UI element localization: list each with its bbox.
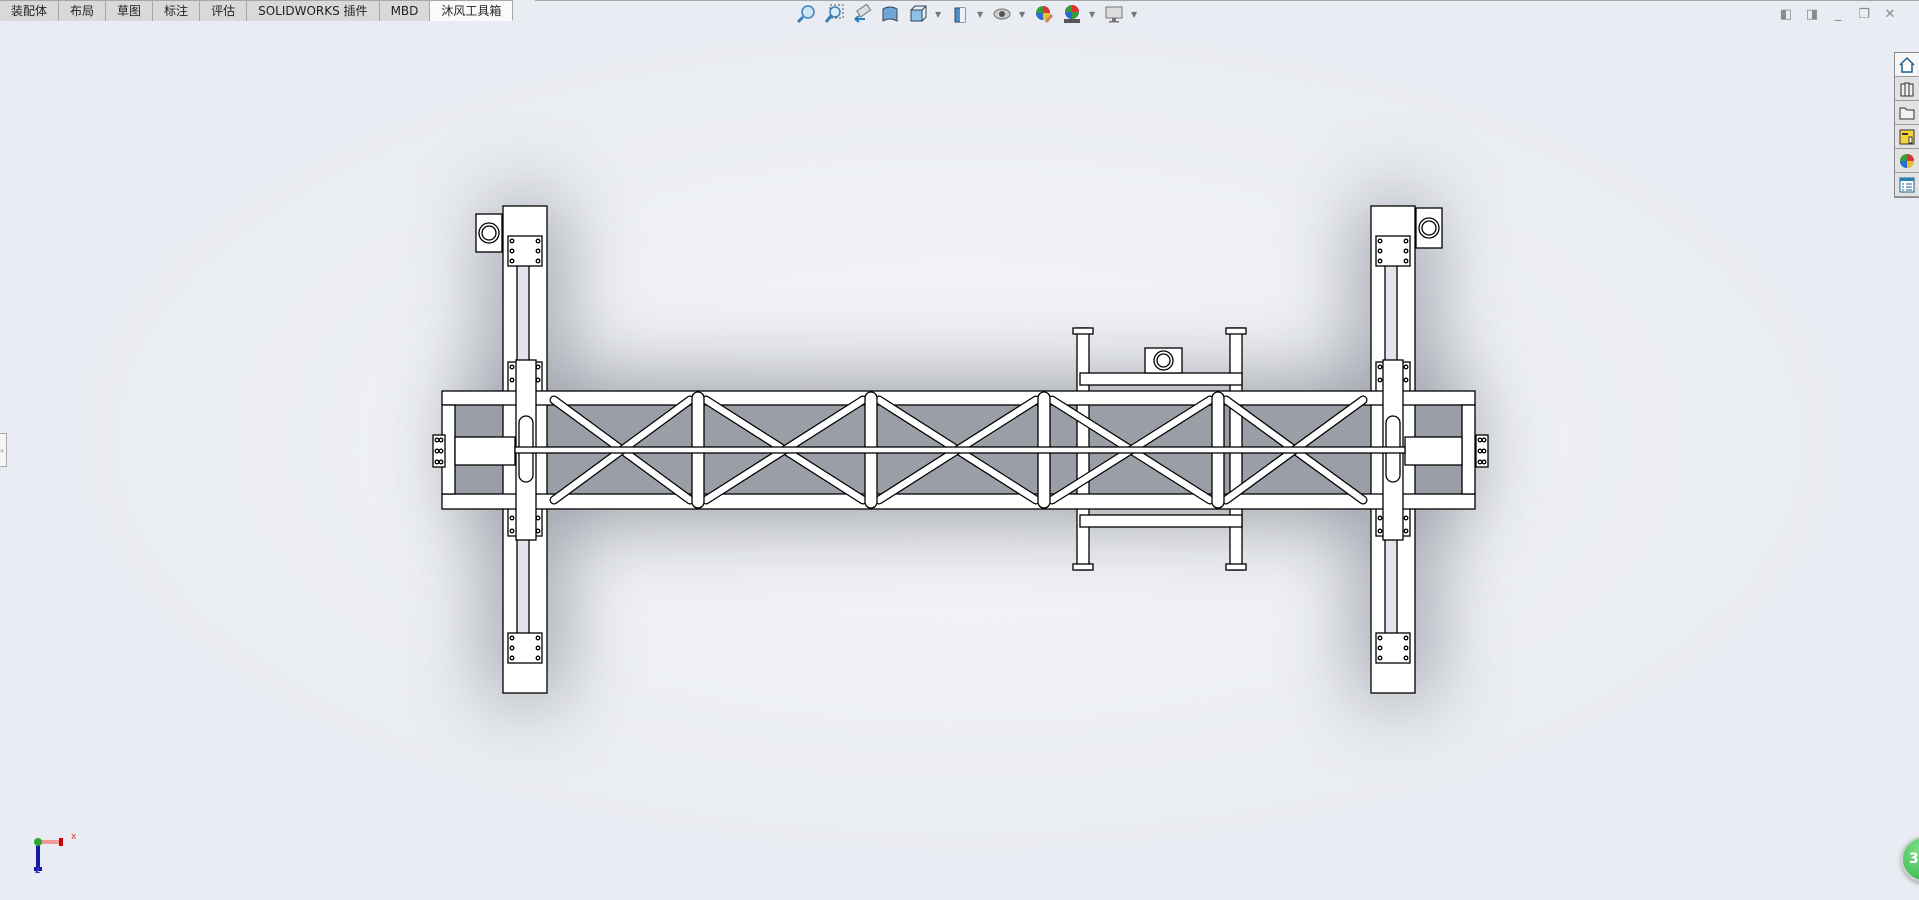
bolt-hole [535,364,541,370]
bolt-hole [1403,515,1409,521]
bolt-hole [509,258,515,264]
carriage-clamp [1225,563,1247,571]
motor-shaft [1156,353,1171,368]
bolt-hole [509,364,515,370]
bolt-hole [535,238,541,244]
bolt-hole [1403,258,1409,264]
bolt-hole [535,377,541,383]
bolt-hole [1403,528,1409,534]
bolt-hole [509,377,515,383]
bolt-hole [509,635,515,641]
bolt-hole [509,645,515,651]
bolt-hole [438,448,444,454]
bolt-hole [1477,448,1483,454]
bolt-hole [1481,459,1487,465]
x-axis-label: x [71,832,77,842]
carriage-clamp [1225,327,1247,335]
linear-actuator [454,436,516,466]
bolt-hole [509,238,515,244]
carriage-crossbar [1079,514,1243,528]
bolt-hole [1403,377,1409,383]
bolt-hole [509,655,515,661]
bolt-hole [1377,364,1383,370]
linear-actuator [1404,436,1463,466]
bolt-hole [1377,645,1383,651]
bolt-hole [438,459,444,465]
bolt-hole [535,635,541,641]
bolt-hole [1377,248,1383,254]
bolt-hole [1377,635,1383,641]
carriage-clamp [1072,563,1094,571]
bolt-hole [509,515,515,521]
bolt-hole [1403,238,1409,244]
bolt-hole [509,528,515,534]
end-post [1461,404,1476,495]
bolt-hole [535,515,541,521]
bolt-hole [1481,437,1487,443]
bolt-hole [434,448,440,454]
motor-shaft [1421,220,1437,236]
motor-shaft [481,225,497,241]
bolt-hole [1377,515,1383,521]
bolt-hole [438,437,444,443]
bolt-hole [535,248,541,254]
bolt-hole [1477,437,1483,443]
carriage-clamp [1072,327,1094,335]
bolt-hole [1477,459,1483,465]
bolt-hole [535,655,541,661]
bolt-hole [1377,655,1383,661]
bolt-hole [535,258,541,264]
bolt-hole [1481,448,1487,454]
bolt-hole [1403,635,1409,641]
bolt-hole [535,528,541,534]
bottom-chord [441,493,1476,510]
bolt-hole [1377,238,1383,244]
graphics-area[interactable] [0,0,1919,900]
bolt-hole [509,248,515,254]
carriage-crossbar [1079,372,1243,386]
bolt-hole [1403,655,1409,661]
bolt-hole [1377,528,1383,534]
center-shaft [514,446,1406,454]
truss-assembly-model [432,205,1489,694]
z-axis-label: z [35,866,41,876]
bolt-hole [434,459,440,465]
bolt-hole [1403,645,1409,651]
bolt-hole [1377,377,1383,383]
bolt-hole [1403,364,1409,370]
bolt-hole [1403,248,1409,254]
top-chord [441,390,1476,406]
bolt-hole [434,437,440,443]
bolt-hole [535,645,541,651]
bolt-hole [1377,258,1383,264]
